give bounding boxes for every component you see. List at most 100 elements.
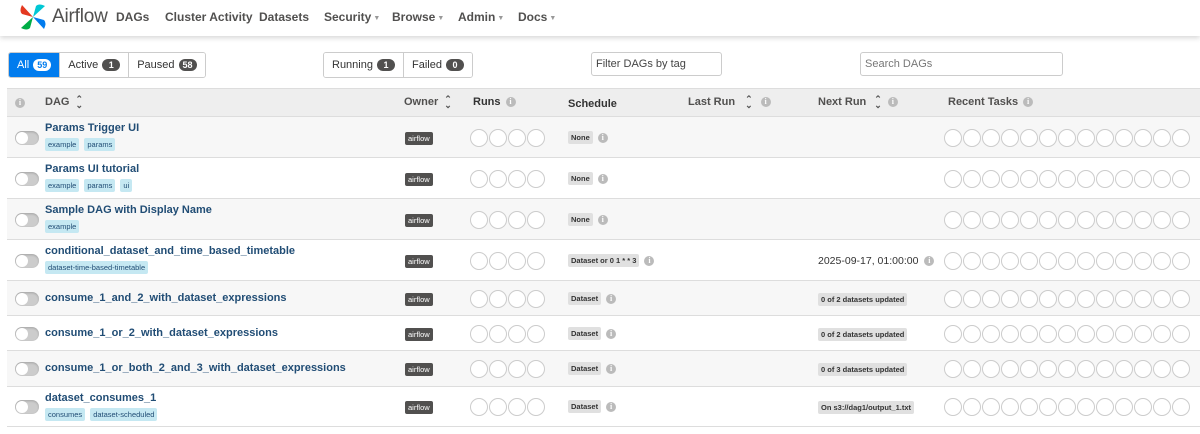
task-state-circle[interactable]: [1001, 252, 1019, 270]
task-state-circle[interactable]: [944, 129, 962, 147]
info-icon[interactable]: i: [924, 256, 935, 266]
column-header-last-run[interactable]: Last Run ⌃ ⌄ i: [688, 95, 771, 110]
task-state-circle[interactable]: [963, 129, 981, 147]
task-state-circle[interactable]: [944, 211, 962, 229]
run-state-circle[interactable]: [508, 211, 526, 229]
dag-tag[interactable]: example: [45, 138, 80, 151]
pause-toggle[interactable]: [15, 131, 39, 145]
task-state-circle[interactable]: [963, 170, 981, 188]
run-state-circle[interactable]: [470, 325, 488, 343]
task-state-circle[interactable]: [1172, 325, 1190, 343]
run-state-circle[interactable]: [470, 290, 488, 308]
task-state-circle[interactable]: [1077, 360, 1095, 378]
info-icon[interactable]: i: [606, 293, 617, 304]
task-state-circle[interactable]: [1153, 170, 1171, 188]
filter-running-button[interactable]: Running 1: [324, 53, 404, 77]
run-state-circle[interactable]: [508, 170, 526, 188]
task-state-circle[interactable]: [944, 170, 962, 188]
task-state-circle[interactable]: [1134, 252, 1152, 270]
task-state-circle[interactable]: [1096, 129, 1114, 147]
task-state-circle[interactable]: [944, 290, 962, 308]
task-state-circle[interactable]: [963, 211, 981, 229]
run-state-circle[interactable]: [508, 290, 526, 308]
info-icon[interactable]: i: [606, 328, 617, 339]
run-state-circle[interactable]: [527, 170, 545, 188]
pause-toggle[interactable]: [15, 254, 39, 268]
pause-toggle[interactable]: [15, 327, 39, 341]
run-state-circle[interactable]: [470, 129, 488, 147]
task-state-circle[interactable]: [1001, 325, 1019, 343]
owner-badge[interactable]: airflow: [405, 293, 433, 306]
task-state-circle[interactable]: [1039, 398, 1057, 416]
dag-tag[interactable]: example: [45, 220, 80, 233]
dag-tag[interactable]: dataset-time-based-timetable: [45, 261, 149, 274]
tag-filter-input[interactable]: [591, 52, 722, 76]
task-state-circle[interactable]: [1077, 290, 1095, 308]
run-state-circle[interactable]: [489, 129, 507, 147]
task-state-circle[interactable]: [1058, 398, 1076, 416]
dag-link[interactable]: Params Trigger UI: [45, 122, 139, 134]
run-state-circle[interactable]: [508, 398, 526, 416]
task-state-circle[interactable]: [1020, 129, 1038, 147]
dag-tag[interactable]: example: [45, 179, 80, 192]
run-state-circle[interactable]: [470, 398, 488, 416]
task-state-circle[interactable]: [1058, 129, 1076, 147]
sort-arrows-icon[interactable]: ⌃ ⌄: [745, 95, 753, 110]
next-run-dataset-badge[interactable]: 0 of 2 datasets updated: [818, 293, 908, 306]
task-state-circle[interactable]: [1039, 129, 1057, 147]
task-state-circle[interactable]: [1134, 398, 1152, 416]
dag-link[interactable]: consume_1_and_2_with_dataset_expressions: [45, 292, 287, 304]
next-run-dataset-badge[interactable]: 0 of 2 datasets updated: [818, 328, 908, 341]
run-state-circle[interactable]: [527, 290, 545, 308]
task-state-circle[interactable]: [1020, 211, 1038, 229]
filter-paused-button[interactable]: Paused 58: [129, 53, 205, 77]
run-state-circle[interactable]: [508, 252, 526, 270]
run-state-circle[interactable]: [489, 290, 507, 308]
task-state-circle[interactable]: [963, 290, 981, 308]
task-state-circle[interactable]: [1001, 170, 1019, 188]
run-state-circle[interactable]: [527, 398, 545, 416]
task-state-circle[interactable]: [1020, 325, 1038, 343]
dag-link[interactable]: Params UI tutorial: [45, 163, 139, 175]
nav-cluster-activity[interactable]: Cluster Activity: [165, 10, 253, 24]
task-state-circle[interactable]: [1172, 170, 1190, 188]
task-state-circle[interactable]: [1058, 325, 1076, 343]
task-state-circle[interactable]: [1153, 129, 1171, 147]
task-state-circle[interactable]: [1096, 398, 1114, 416]
task-state-circle[interactable]: [1115, 211, 1133, 229]
owner-badge[interactable]: airflow: [405, 328, 433, 341]
dag-tag[interactable]: ui: [120, 179, 133, 192]
next-run-dataset-badge[interactable]: 0 of 3 datasets updated: [818, 363, 908, 376]
run-state-circle[interactable]: [489, 170, 507, 188]
nav-admin[interactable]: Admin ▼: [458, 10, 504, 24]
filter-all-button[interactable]: All 59: [9, 53, 61, 77]
info-icon[interactable]: i: [606, 401, 617, 412]
run-state-circle[interactable]: [470, 211, 488, 229]
run-state-circle[interactable]: [527, 360, 545, 378]
task-state-circle[interactable]: [1172, 290, 1190, 308]
owner-badge[interactable]: airflow: [405, 132, 433, 145]
nav-docs[interactable]: Docs ▼: [518, 10, 556, 24]
task-state-circle[interactable]: [1115, 252, 1133, 270]
nav-browse[interactable]: Browse ▼: [392, 10, 444, 24]
task-state-circle[interactable]: [1039, 290, 1057, 308]
task-state-circle[interactable]: [1115, 325, 1133, 343]
task-state-circle[interactable]: [1115, 290, 1133, 308]
task-state-circle[interactable]: [1001, 129, 1019, 147]
owner-badge[interactable]: airflow: [405, 255, 433, 268]
info-icon[interactable]: i: [644, 255, 655, 266]
task-state-circle[interactable]: [982, 170, 1000, 188]
search-dags-input[interactable]: [860, 52, 1063, 76]
task-state-circle[interactable]: [1134, 290, 1152, 308]
task-state-circle[interactable]: [1096, 290, 1114, 308]
task-state-circle[interactable]: [1134, 211, 1152, 229]
task-state-circle[interactable]: [1134, 360, 1152, 378]
task-state-circle[interactable]: [963, 325, 981, 343]
task-state-circle[interactable]: [1153, 325, 1171, 343]
task-state-circle[interactable]: [1058, 170, 1076, 188]
task-state-circle[interactable]: [944, 325, 962, 343]
task-state-circle[interactable]: [944, 252, 962, 270]
task-state-circle[interactable]: [1115, 170, 1133, 188]
dag-tag[interactable]: params: [84, 138, 116, 151]
sort-arrows-icon[interactable]: ⌃ ⌄: [444, 95, 452, 110]
